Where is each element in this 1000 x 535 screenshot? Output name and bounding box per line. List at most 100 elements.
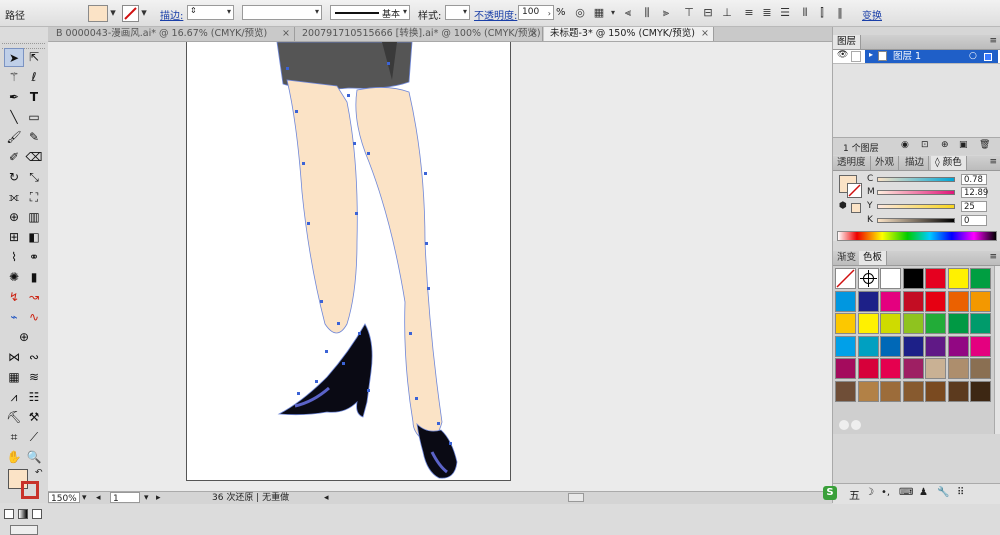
tab-gradient[interactable]: 渐变 <box>833 251 862 265</box>
closest-color-swatch[interactable] <box>851 203 861 213</box>
stroke-label-link[interactable]: 描边: <box>160 7 183 22</box>
swatch[interactable] <box>902 335 924 357</box>
swatch[interactable] <box>925 335 946 357</box>
tab-appearance[interactable]: 外观 <box>871 156 900 170</box>
new-layer-icon[interactable]: ▣ <box>959 140 968 150</box>
ime-mode-label[interactable]: 五 <box>849 487 860 503</box>
tab-document-1[interactable]: B 0000043-漫画风.ai* @ 16.67% (CMYK/预览) × <box>50 27 295 41</box>
swatch[interactable] <box>880 268 901 289</box>
zoom-tool-icon[interactable]: 🔍 <box>24 448 44 467</box>
swatch[interactable] <box>880 358 901 379</box>
swatch[interactable] <box>857 268 879 289</box>
swatch[interactable] <box>835 335 856 357</box>
anchor-convert-tool-icon[interactable]: ⌁ <box>4 308 24 327</box>
swatch[interactable] <box>835 313 856 334</box>
color-stroke-swatch[interactable] <box>847 183 862 198</box>
warp-tool-icon[interactable]: ⋈ <box>4 348 24 367</box>
pencil-tool-icon[interactable]: ✎ <box>24 128 44 147</box>
user-icon[interactable]: ♟ <box>919 487 928 498</box>
stroke-weight-field[interactable]: ⇕ ▾ <box>187 5 234 20</box>
lasso-tool-icon[interactable]: ℓ <box>24 68 44 87</box>
align-bottom-icon[interactable]: ⊥ <box>720 6 734 19</box>
recolor-icon[interactable]: ◎ <box>573 6 587 19</box>
wrench-icon[interactable]: 🔧 <box>937 487 949 498</box>
live-paint-tool-icon[interactable]: ⛏ <box>4 408 24 427</box>
align-middle-icon[interactable]: ⊟ <box>701 6 715 19</box>
swatch[interactable] <box>970 268 991 289</box>
clipping-mask-icon[interactable]: ⊡ <box>921 140 929 150</box>
perspective-grid-tool-icon[interactable]: ▥ <box>24 208 44 227</box>
swatch[interactable] <box>902 268 924 289</box>
swatch[interactable] <box>925 380 946 402</box>
swatch[interactable] <box>857 380 879 402</box>
mesh-tool-icon[interactable]: ⊞ <box>4 228 24 247</box>
rotate-tool-icon[interactable]: ↻ <box>4 168 24 187</box>
stroke-color-box[interactable] <box>21 481 39 499</box>
artboard[interactable] <box>186 42 511 481</box>
magenta-slider[interactable] <box>877 190 955 195</box>
color-mode-icon[interactable] <box>4 509 14 519</box>
swatch[interactable] <box>880 335 901 357</box>
swatch[interactable] <box>947 268 969 289</box>
target-circle-icon[interactable]: ○ <box>969 50 977 63</box>
width-tool-icon[interactable]: ⟗ <box>4 188 24 207</box>
swatch[interactable] <box>970 380 991 402</box>
swatch[interactable] <box>970 335 991 357</box>
cyan-value[interactable]: 0.78 <box>961 174 987 185</box>
cyan-slider[interactable] <box>877 177 955 182</box>
pen-tool-icon[interactable]: ✒ <box>4 88 24 107</box>
drawing-mode-icon[interactable] <box>10 525 38 535</box>
align-center-icon[interactable]: ⫼ <box>640 6 654 19</box>
swatch-kind-icon[interactable] <box>851 420 861 430</box>
eraser-tool-icon[interactable]: ⌫ <box>24 148 44 167</box>
none-mode-icon[interactable] <box>32 509 42 519</box>
align-to-icon[interactable]: ▦ <box>592 6 606 19</box>
swatch[interactable] <box>902 290 924 312</box>
yellow-slider[interactable] <box>877 204 955 209</box>
chevron-down-icon[interactable]: ▾ <box>82 492 87 504</box>
status-menu-icon[interactable]: ◂ <box>324 492 329 504</box>
black-value[interactable]: 0 <box>961 215 987 226</box>
swatch[interactable] <box>902 380 924 402</box>
swatch[interactable] <box>880 313 901 334</box>
swatch[interactable] <box>835 380 856 402</box>
tab-document-3[interactable]: 未标题-3* @ 150% (CMYK/预览) × <box>544 27 714 41</box>
blob-brush-tool-icon[interactable]: ✐ <box>4 148 24 167</box>
list-tool-icon[interactable]: ☷ <box>24 388 44 407</box>
slice-select-tool-icon[interactable]: ⟋ <box>24 428 44 447</box>
eyedropper-tool-icon[interactable]: ⌇ <box>4 248 24 267</box>
chevron-down-icon[interactable]: ▾ <box>315 7 319 16</box>
style-dropdown[interactable]: ▾ <box>445 5 470 20</box>
swatch[interactable] <box>970 358 991 379</box>
twirl-tool-icon[interactable]: ∾ <box>24 348 44 367</box>
swatch[interactable] <box>857 290 879 312</box>
swatch[interactable] <box>970 290 991 312</box>
fill-swatch[interactable] <box>88 5 108 22</box>
selection-tool-icon[interactable]: ➤ <box>4 48 24 67</box>
align-top-icon[interactable]: ⊤ <box>682 6 696 19</box>
swap-colors-icon[interactable]: ↶ <box>35 468 43 478</box>
type-tool-icon[interactable]: T <box>24 88 44 107</box>
column-graph-tool-icon[interactable]: ▮ <box>24 268 44 287</box>
shape-builder-tool-icon[interactable]: ⊕ <box>4 208 24 227</box>
scissors-tool-icon[interactable]: ↝ <box>24 288 44 307</box>
swatch[interactable] <box>947 313 969 334</box>
zoom-select[interactable]: 150% <box>48 492 80 504</box>
direct-selection-tool-icon[interactable]: ⇱ <box>24 48 44 67</box>
panel-menu-icon[interactable]: ≡ <box>989 252 997 262</box>
visibility-eye-icon[interactable]: 👁 <box>837 50 848 60</box>
line-tool-icon[interactable]: ╲ <box>4 108 24 127</box>
swatch[interactable] <box>925 313 946 334</box>
color-spectrum-bar[interactable] <box>837 231 997 241</box>
layer-row[interactable]: 👁 ▸ 图层 1 ○ <box>833 50 1000 64</box>
swatch[interactable] <box>835 358 856 379</box>
fill-dropdown-icon[interactable]: ▾ <box>106 6 120 19</box>
knife-tool-icon[interactable]: ↯ <box>4 288 24 307</box>
ime-logo-icon[interactable]: S <box>823 486 837 500</box>
tab-swatches[interactable]: 色板 <box>859 251 888 265</box>
magic-wand-tool-icon[interactable]: ⚚ <box>4 68 24 87</box>
paintbrush-tool-icon[interactable]: 🖌 <box>4 128 24 147</box>
stroke-dropdown-icon[interactable]: ▾ <box>137 6 151 19</box>
tab-transparency[interactable]: 透明度 <box>833 156 871 170</box>
expand-triangle-icon[interactable]: ▸ <box>869 50 873 59</box>
